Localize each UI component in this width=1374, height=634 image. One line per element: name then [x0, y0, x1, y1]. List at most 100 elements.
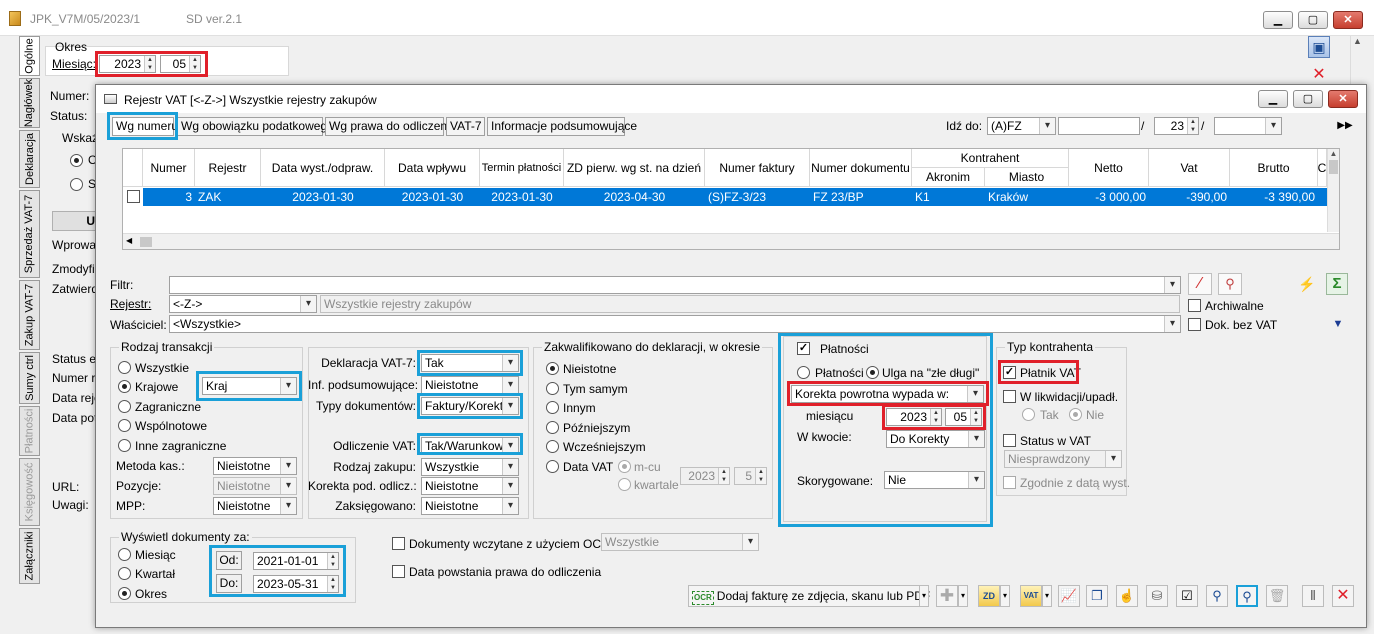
- grid-header-netto[interactable]: Netto: [1069, 149, 1149, 187]
- chevron-down-icon[interactable]: ▾: [502, 377, 518, 393]
- grid-header-brutto[interactable]: Brutto: [1230, 149, 1318, 187]
- radio-krajowe[interactable]: [118, 380, 131, 393]
- skorygowane-combo[interactable]: Nie ▾: [884, 471, 985, 489]
- radio-platnosci[interactable]: [797, 366, 810, 379]
- outer-radio-o[interactable]: [70, 154, 83, 167]
- radio-miesiac[interactable]: [118, 548, 131, 561]
- spin-arrows-icon[interactable]: ▲ ▼: [1187, 118, 1198, 134]
- vtab-sumy[interactable]: Sumy ctrl: [19, 352, 40, 404]
- save-icon[interactable]: ▣: [1308, 36, 1330, 58]
- chevron-down-icon[interactable]: ▾: [968, 472, 984, 488]
- grid-header-zd[interactable]: ZD pierw. wg st. na dzień: [564, 149, 705, 187]
- radio-pozniejszym[interactable]: [546, 421, 559, 434]
- ocr-add-invoice-button[interactable]: OCR Dodaj fakturę ze zdjęcia, skanu lub P…: [688, 585, 930, 607]
- clear-filter-icon[interactable]: ⁄: [1188, 273, 1212, 295]
- grid-header-data-wyst[interactable]: Data wyst./odpraw.: [261, 149, 385, 187]
- radio-inne-zagraniczne[interactable]: [118, 439, 131, 452]
- vat-icon[interactable]: VAT: [1020, 585, 1042, 607]
- tab-wg-prawa[interactable]: Wg prawa do odliczenia: [325, 117, 456, 136]
- hand-icon[interactable]: ☝: [1116, 585, 1138, 607]
- radio-nieistotne[interactable]: [546, 362, 559, 375]
- vtab-sprzedaz[interactable]: Sprzedaż VAT-7: [19, 190, 40, 278]
- inner-maximize-button[interactable]: ▢: [1293, 90, 1323, 108]
- radio-zagraniczne[interactable]: [118, 400, 131, 413]
- ocr-button-dropdown[interactable]: ▾: [919, 585, 929, 607]
- scroll-up-icon[interactable]: ▲: [1328, 149, 1339, 158]
- ocr-checkbox[interactable]: [392, 537, 405, 550]
- grid-header-nr-faktury[interactable]: Numer faktury: [705, 149, 810, 187]
- idz-do-combo-2[interactable]: ▾: [1214, 117, 1282, 135]
- typy-combo[interactable]: Faktury/Korekty ▾: [421, 397, 519, 415]
- vtab-platnosci[interactable]: Płatności: [19, 406, 40, 456]
- chevron-down-icon[interactable]: ▾: [1039, 118, 1055, 134]
- expand-down-icon[interactable]: ▼: [1330, 318, 1346, 330]
- filtr-input[interactable]: ▾: [169, 276, 1181, 294]
- wlasciciel-combo[interactable]: <Wszystkie> ▾: [169, 315, 1181, 333]
- search-icon[interactable]: ⚲: [1206, 585, 1228, 607]
- checkmark-icon[interactable]: ☑: [1176, 585, 1198, 607]
- chevron-down-icon[interactable]: ▾: [968, 431, 984, 447]
- do-date-field[interactable]: 2023-05-31 ▲ ▼: [253, 575, 339, 593]
- copy-document-icon[interactable]: ❐: [1086, 585, 1108, 607]
- radio-okres[interactable]: [118, 587, 131, 600]
- korekta-powrotna-combo[interactable]: Korekta powrotna wypada w: ▾: [791, 385, 984, 403]
- filter-constructor-icon[interactable]: ⚲: [1218, 273, 1242, 295]
- vtab-zakup[interactable]: Zakup VAT-7: [19, 280, 40, 350]
- radio-ulga[interactable]: [866, 366, 879, 379]
- grid-header-akronim[interactable]: Akronim: [912, 168, 985, 187]
- outer-close-button[interactable]: ✕: [1333, 11, 1363, 29]
- grid-vertical-scrollbar[interactable]: ▲: [1327, 149, 1339, 232]
- advanced-search-icon[interactable]: ⚲: [1236, 585, 1258, 607]
- outer-minimize-button[interactable]: ▁: [1263, 11, 1293, 29]
- grid-header-rejestr[interactable]: Rejestr: [195, 149, 261, 187]
- chevron-down-icon[interactable]: ▾: [502, 498, 518, 514]
- vtab-naglowek[interactable]: Nagłówek: [19, 78, 40, 128]
- spin-arrows-icon[interactable]: ▲ ▼: [930, 409, 941, 425]
- outer-close-red-icon[interactable]: ✕: [1308, 66, 1330, 84]
- inf-combo[interactable]: Nieistotne ▾: [421, 376, 519, 394]
- grid-horizontal-scrollbar[interactable]: ◀: [123, 233, 1339, 249]
- platnosci-month-spinner[interactable]: 05 ▲ ▼: [945, 408, 982, 426]
- rejestr-combo[interactable]: <-Z-> ▾: [169, 295, 317, 313]
- vat-dropdown[interactable]: ▾: [1042, 585, 1052, 607]
- rodzaj-zakupu-combo[interactable]: Wszystkie ▾: [421, 458, 519, 476]
- odliczenie-combo[interactable]: Tak/Warunkowo ▾: [421, 437, 519, 455]
- chevron-down-icon[interactable]: ▾: [280, 498, 296, 514]
- chevron-down-icon[interactable]: ▾: [502, 478, 518, 494]
- radio-data-vat[interactable]: [546, 460, 559, 473]
- chevron-down-icon[interactable]: ▾: [1265, 118, 1281, 134]
- grid-header-termin[interactable]: Termin płatności: [480, 149, 564, 187]
- platnosci-checkbox[interactable]: ✓: [797, 342, 810, 355]
- archiwalne-checkbox[interactable]: [1188, 299, 1201, 312]
- likwidacji-checkbox[interactable]: [1003, 390, 1016, 403]
- trash-icon[interactable]: 🗑: [1266, 585, 1288, 607]
- outer-cut-button[interactable]: U: [52, 211, 98, 231]
- outer-month-spinner[interactable]: 05 ▲ ▼: [160, 55, 201, 73]
- tab-vat7[interactable]: VAT-7: [446, 117, 485, 136]
- grid-header-c[interactable]: C: [1318, 149, 1327, 187]
- lightning-icon[interactable]: ⚡: [1296, 273, 1318, 295]
- chevron-down-icon[interactable]: ▾: [502, 355, 518, 371]
- idz-do-combo[interactable]: (A)FZ ▾: [987, 117, 1056, 135]
- add-dropdown[interactable]: ▾: [958, 585, 968, 607]
- chevron-down-icon[interactable]: ▾: [1164, 316, 1180, 332]
- zaksiegowano-combo[interactable]: Nieistotne ▾: [421, 497, 519, 515]
- chevron-down-icon[interactable]: ▾: [280, 378, 296, 394]
- chart-icon[interactable]: 📈: [1058, 585, 1080, 607]
- radio-kwartal[interactable]: [118, 567, 131, 580]
- inner-minimize-button[interactable]: ▁: [1258, 90, 1288, 108]
- scroll-thumb[interactable]: [140, 237, 152, 247]
- add-icon[interactable]: ✚: [936, 585, 958, 607]
- tab-wg-obowiazku[interactable]: Wg obowiązku podatkowego: [177, 117, 334, 136]
- vat7-combo[interactable]: Tak ▾: [421, 354, 519, 372]
- grid-header-nr-dokumentu[interactable]: Numer dokumentu: [810, 149, 912, 187]
- metoda-combo[interactable]: Nieistotne ▾: [213, 457, 297, 475]
- chevron-down-icon[interactable]: ▾: [502, 459, 518, 475]
- chevron-down-icon[interactable]: ▾: [280, 458, 296, 474]
- vtab-zalaczniki[interactable]: Załączniki: [19, 528, 40, 584]
- vtab-ogolne[interactable]: Ogólne: [19, 36, 40, 76]
- od-date-field[interactable]: 2021-01-01 ▲ ▼: [253, 552, 339, 570]
- idz-do-number[interactable]: 23 ▲ ▼: [1154, 117, 1199, 135]
- grid-header-miasto[interactable]: Miasto: [985, 168, 1069, 187]
- idz-do-field-2[interactable]: [1058, 117, 1140, 135]
